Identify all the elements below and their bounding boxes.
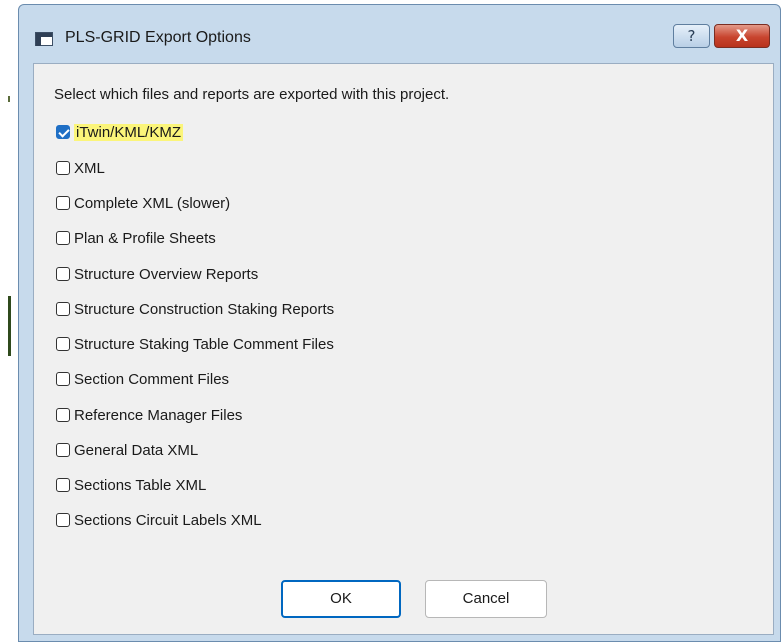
option-structure-construction-staking-reports[interactable]: Structure Construction Staking Reports — [56, 297, 334, 321]
dialog-content: Select which files and reports are expor… — [33, 63, 774, 635]
window-icon — [35, 32, 53, 46]
checkbox-unchecked[interactable] — [56, 408, 70, 422]
option-label: General Data XML — [74, 441, 199, 459]
checkbox-unchecked[interactable] — [56, 302, 70, 316]
checkbox-unchecked[interactable] — [56, 513, 70, 527]
checkbox-unchecked[interactable] — [56, 337, 70, 351]
option-plan-profile-sheets[interactable]: Plan & Profile Sheets — [56, 226, 216, 250]
option-section-comment-files[interactable]: Section Comment Files — [56, 367, 229, 391]
option-label: Reference Manager Files — [74, 406, 243, 424]
instruction-text: Select which files and reports are expor… — [54, 86, 450, 103]
option-label: Structure Overview Reports — [74, 265, 259, 283]
option-label: Sections Circuit Labels XML — [74, 511, 262, 529]
export-options-dialog: PLS-GRID Export Options ? X Select which… — [18, 4, 781, 642]
checkbox-checked[interactable] — [56, 125, 70, 139]
option-general-data-xml[interactable]: General Data XML — [56, 438, 198, 462]
ok-button[interactable]: OK — [281, 580, 401, 618]
option-label: Plan & Profile Sheets — [74, 229, 216, 247]
option-structure-staking-table-comment-files[interactable]: Structure Staking Table Comment Files — [56, 332, 334, 356]
checkbox-unchecked[interactable] — [56, 196, 70, 210]
option-label: Complete XML (slower) — [74, 194, 231, 212]
option-sections-table-xml[interactable]: Sections Table XML — [56, 473, 206, 497]
background-edge-mark — [8, 96, 10, 102]
option-reference-manager-files[interactable]: Reference Manager Files — [56, 403, 242, 427]
background-edge-mark — [8, 296, 11, 356]
checkbox-unchecked[interactable] — [56, 372, 70, 386]
option-label: Section Comment Files — [74, 370, 230, 388]
checkbox-unchecked[interactable] — [56, 478, 70, 492]
option-complete-xml[interactable]: Complete XML (slower) — [56, 191, 230, 215]
checkbox-unchecked[interactable] — [56, 231, 70, 245]
cancel-button[interactable]: Cancel — [425, 580, 547, 618]
option-label: Structure Staking Table Comment Files — [74, 335, 334, 353]
checkbox-unchecked[interactable] — [56, 161, 70, 175]
window-title: PLS-GRID Export Options — [65, 29, 251, 46]
option-itwin-kml-kmz[interactable]: iTwin/KML/KMZ — [56, 120, 184, 144]
help-button[interactable]: ? — [673, 24, 710, 48]
checkbox-unchecked[interactable] — [56, 443, 70, 457]
option-label: Sections Table XML — [74, 476, 207, 494]
checkbox-unchecked[interactable] — [56, 267, 70, 281]
option-xml[interactable]: XML — [56, 156, 105, 180]
close-button[interactable]: X — [714, 24, 770, 48]
option-label: iTwin/KML/KMZ — [74, 123, 184, 141]
option-label: Structure Construction Staking Reports — [74, 300, 335, 318]
option-structure-overview-reports[interactable]: Structure Overview Reports — [56, 262, 258, 286]
option-sections-circuit-labels-xml[interactable]: Sections Circuit Labels XML — [56, 508, 262, 532]
title-bar[interactable]: PLS-GRID Export Options ? X — [19, 5, 780, 63]
option-label: XML — [74, 159, 105, 177]
